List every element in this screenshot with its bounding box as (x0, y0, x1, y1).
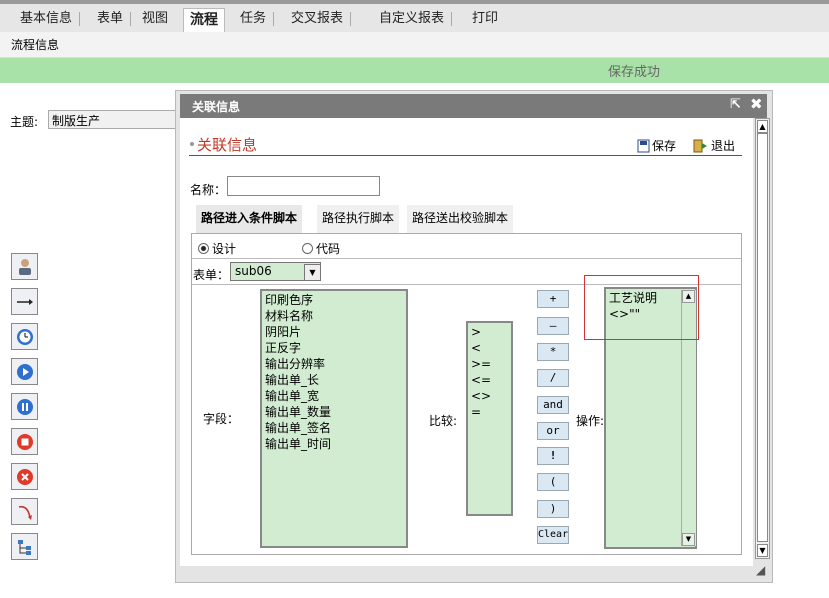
op-not-button[interactable]: ! (537, 447, 569, 465)
list-item[interactable]: 输出单_宽 (265, 388, 403, 404)
radio-unchecked-icon (302, 243, 313, 254)
section-divider (189, 155, 742, 156)
subject-label: 主题: (10, 115, 39, 129)
name-input[interactable] (227, 176, 380, 196)
resize-grip-icon[interactable]: ◢ (756, 563, 765, 577)
highlight-box (584, 275, 699, 340)
form-select[interactable]: sub06 ▼ (230, 262, 321, 281)
mode-design-label: 设计 (212, 242, 237, 256)
op-minus-button[interactable]: — (537, 317, 569, 335)
section-title: 关联信息 (197, 136, 258, 154)
field-list[interactable]: 印刷色序 材料名称 阴阳片 正反字 输出分辨率 输出单_长 输出单_宽 输出单_… (260, 289, 408, 548)
compare-list[interactable]: > < >= <= <> = (466, 321, 513, 516)
scroll-thumb[interactable] (757, 133, 768, 542)
popout-icon[interactable]: ⇱ (730, 97, 741, 112)
tab-print[interactable]: 打印 (472, 8, 498, 32)
scroll-down-icon[interactable]: ▼ (757, 544, 768, 557)
list-item[interactable]: = (471, 404, 508, 420)
dialog-title: 关联信息 (192, 100, 241, 114)
clear-button[interactable]: Clear (537, 526, 569, 544)
tab-view[interactable]: 视图 (142, 8, 168, 32)
dialog-title-bar: 关联信息 ⇱ ✖ (180, 94, 767, 118)
compare-label: 比较: (429, 414, 458, 428)
list-item[interactable]: 输出单_长 (265, 372, 403, 388)
exit-button[interactable]: 退出 (693, 137, 735, 154)
status-message: 保存成功 (608, 65, 661, 80)
list-item[interactable]: <= (471, 372, 508, 388)
list-item[interactable]: >= (471, 356, 508, 372)
arrow-right-icon[interactable] (11, 288, 38, 315)
list-item[interactable]: 阴阳片 (265, 324, 403, 340)
pause-icon[interactable] (11, 393, 38, 420)
tree-structure-icon[interactable] (11, 533, 38, 560)
tab-cross-report[interactable]: 交叉报表 (291, 8, 352, 32)
bullet-icon (190, 142, 194, 146)
tab-execution-script[interactable]: 路径执行脚本 (317, 205, 400, 233)
list-item[interactable]: 材料名称 (265, 308, 403, 324)
terminate-icon[interactable] (11, 463, 38, 490)
save-label: 保存 (652, 139, 677, 153)
tab-form[interactable]: 表单 (97, 8, 132, 32)
op-plus-button[interactable]: + (537, 290, 569, 308)
curve-connector-icon[interactable] (11, 498, 38, 525)
list-item[interactable]: 印刷色序 (265, 292, 403, 308)
op-open-paren-button[interactable]: ( (537, 473, 569, 491)
sub-header: 流程信息 (0, 32, 829, 58)
user-icon[interactable] (11, 253, 38, 280)
tab-basic-info[interactable]: 基本信息 (20, 8, 81, 32)
list-item[interactable]: <> (471, 388, 508, 404)
mode-design-radio[interactable]: 设计 (198, 240, 236, 257)
tab-entry-condition-script[interactable]: 路径进入条件脚本 (196, 205, 303, 235)
dialog-scrollbar[interactable]: ▲ ▼ (755, 118, 770, 559)
play-icon[interactable] (11, 358, 38, 385)
clock-icon[interactable] (11, 323, 38, 350)
mode-code-radio[interactable]: 代码 (302, 240, 340, 257)
op-close-paren-button[interactable]: ) (537, 500, 569, 518)
list-item[interactable]: 输出单_数量 (265, 404, 403, 420)
list-item[interactable]: 输出单_签名 (265, 420, 403, 436)
divider (192, 258, 741, 259)
form-label: 表单： (193, 268, 230, 282)
scroll-down-icon[interactable]: ▼ (682, 533, 695, 546)
radio-checked-icon (198, 243, 209, 254)
op-or-button[interactable]: or (537, 422, 569, 440)
chevron-down-icon[interactable]: ▼ (304, 264, 321, 281)
list-item[interactable]: 输出单_时间 (265, 436, 403, 452)
form-select-value: sub06 (235, 264, 272, 278)
tab-exit-validation-script[interactable]: 路径送出校验脚本 (407, 205, 514, 233)
field-label: 字段： (203, 412, 240, 426)
name-label: 名称： (190, 183, 227, 197)
tab-custom-report[interactable]: 自定义报表 (379, 8, 453, 32)
exit-label: 退出 (711, 139, 736, 153)
save-button[interactable]: 保存 (637, 137, 676, 154)
subject-input[interactable]: 制版生产 (48, 110, 176, 129)
scroll-up-icon[interactable]: ▲ (757, 120, 768, 133)
list-item[interactable]: 输出分辨率 (265, 356, 403, 372)
list-item[interactable]: < (471, 340, 508, 356)
stop-icon[interactable] (11, 428, 38, 455)
op-multiply-button[interactable]: * (537, 343, 569, 361)
list-item[interactable]: > (471, 324, 508, 340)
list-item[interactable]: 正反字 (265, 340, 403, 356)
operation-label: 操作: (576, 414, 605, 428)
save-icon (637, 139, 650, 152)
close-icon[interactable]: ✖ (750, 95, 763, 113)
op-and-button[interactable]: and (537, 396, 569, 414)
exit-icon (693, 139, 707, 152)
top-tab-bar: 基本信息 表单 视图 流程 任务 交叉报表 自定义报表 打印 (0, 0, 829, 36)
op-divide-button[interactable]: / (537, 369, 569, 387)
tab-task[interactable]: 任务 (240, 8, 275, 32)
sub-header-title: 流程信息 (11, 38, 60, 52)
mode-code-label: 代码 (316, 242, 341, 256)
status-bar: 保存成功 (0, 58, 829, 83)
